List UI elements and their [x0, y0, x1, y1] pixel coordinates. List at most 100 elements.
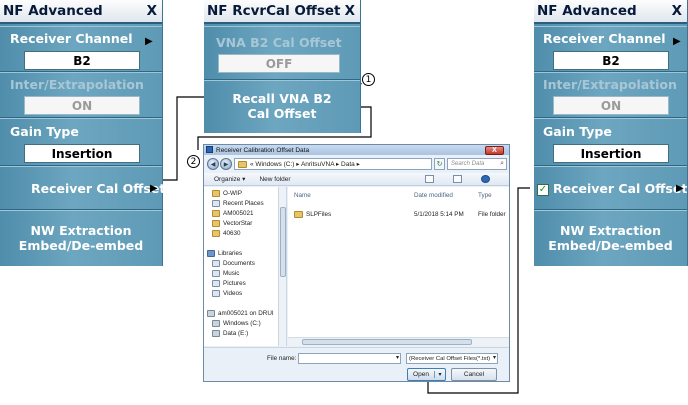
nav-item-40630[interactable]: 40630: [212, 230, 241, 237]
left-gain-type-value: Insertion: [24, 144, 140, 163]
middle-panel-close-button[interactable]: X: [345, 3, 355, 19]
middle-menu-panel: NF RcvrCal Offset X VNA B2 Cal Offset OF…: [204, 0, 361, 133]
left-gain-type-button[interactable]: Gain Type Insertion: [0, 118, 162, 166]
preview-pane-icon[interactable]: [453, 175, 462, 183]
music-icon: [212, 270, 220, 277]
file-list-horizontal-scrollbar[interactable]: [288, 337, 509, 346]
nav-item-documents[interactable]: Documents: [212, 260, 255, 267]
right-receiver-channel-value: B2: [553, 51, 669, 70]
nav-item-windows-c[interactable]: Windows (C:): [212, 320, 261, 327]
nav-item-libraries[interactable]: Libraries: [207, 250, 242, 257]
nav-item-recent-places[interactable]: Recent Places: [212, 200, 264, 207]
recall-button-line2: Cal Offset: [247, 106, 317, 121]
nav-item-am005021[interactable]: AM005021: [212, 210, 253, 217]
column-header-type[interactable]: Type: [478, 192, 492, 199]
nav-item-label: Music: [223, 270, 240, 277]
nav-item-label: Recent Places: [223, 200, 264, 207]
file-name-input[interactable]: ▾: [298, 353, 401, 364]
left-receiver-cal-offset-label: Receiver Cal Offset: [31, 181, 166, 196]
computer-icon: [207, 310, 215, 317]
right-receiver-cal-offset-label: Receiver Cal Offset: [553, 181, 688, 196]
new-folder-button[interactable]: New folder: [259, 176, 290, 183]
left-gain-type-label: Gain Type: [10, 124, 79, 139]
nav-item-videos[interactable]: Videos: [212, 290, 242, 297]
dialog-command-bar: Organize ▾ New folder: [204, 173, 509, 186]
documents-icon: [212, 260, 220, 267]
nav-item-label: Documents: [223, 260, 255, 267]
nav-item-computer[interactable]: am005021 on DRUI: [207, 310, 274, 317]
drive-icon: [212, 320, 220, 327]
recall-vna-b2-cal-offset-button[interactable]: Recall VNA B2 Cal Offset: [204, 80, 360, 133]
nav-item-music[interactable]: Music: [212, 270, 239, 277]
back-arrow-icon[interactable]: ◀: [207, 158, 219, 170]
right-receiver-channel-button[interactable]: Receiver Channel ▶ B2: [534, 26, 687, 72]
search-placeholder: Search Data: [451, 161, 485, 167]
organize-menu[interactable]: Organize ▾: [214, 175, 245, 183]
nav-item-label: O-WIP: [223, 190, 242, 197]
column-header-date-modified[interactable]: Date modified: [414, 192, 453, 199]
file-row[interactable]: SLPFiles 5/1/2018 5:14 PM File folder: [294, 209, 506, 220]
right-nw-extraction-button[interactable]: NW Extraction Embed/De-embed: [534, 210, 687, 266]
open-dropdown-icon[interactable]: ▾: [435, 371, 445, 378]
left-receiver-channel-arrow-icon: ▶: [145, 36, 153, 47]
left-panel-close-button[interactable]: X: [147, 3, 157, 19]
right-panel-title: NF Advanced: [537, 3, 637, 19]
chevron-down-icon[interactable]: ▾: [396, 354, 399, 361]
view-mode-icon[interactable]: [425, 175, 434, 183]
file-name-label: File name:: [267, 355, 297, 362]
file-type-select[interactable]: (Receiver Cal Offset Files(*.txt) ▾: [406, 353, 498, 364]
help-icon[interactable]: [481, 175, 490, 183]
right-inter-extrapolation-value: ON: [553, 96, 669, 115]
nav-item-vectorstar[interactable]: VectorStar: [212, 220, 252, 227]
right-receiver-cal-offset-arrow-icon: ▶: [676, 183, 684, 194]
right-gain-type-label: Gain Type: [543, 124, 612, 139]
nav-item-label: Libraries: [218, 250, 243, 257]
address-bar[interactable]: « Windows (C:) ▸ AnritsuVNA ▸ Data ▸: [234, 158, 432, 170]
dialog-close-button[interactable]: X: [485, 146, 504, 155]
middle-panel-title: NF RcvrCal Offset: [207, 3, 341, 19]
open-button[interactable]: Open ▾: [407, 368, 446, 381]
nav-item-data-e[interactable]: Data (E:): [212, 330, 248, 337]
left-receiver-channel-button[interactable]: Receiver Channel ▶ B2: [0, 26, 162, 72]
scrollbar-thumb[interactable]: [280, 207, 286, 277]
search-input[interactable]: Search Data ⌕: [447, 158, 507, 170]
vna-b2-cal-offset-button: VNA B2 Cal Offset OFF: [204, 26, 360, 80]
right-inter-extrapolation-label: Inter/Extrapolation: [543, 77, 677, 92]
vna-b2-cal-offset-label: VNA B2 Cal Offset: [216, 35, 342, 50]
right-receiver-cal-offset-button[interactable]: ✓ Receiver Cal Offset ▶: [534, 166, 687, 210]
right-gain-type-value: Insertion: [553, 144, 669, 163]
drive-icon: [212, 330, 220, 337]
refresh-icon[interactable]: ↻: [434, 158, 445, 170]
right-gain-type-button[interactable]: Gain Type Insertion: [534, 118, 687, 166]
nav-item-o-wip[interactable]: O-WIP: [212, 190, 242, 197]
left-nw-extraction-button[interactable]: NW Extraction Embed/De-embed: [0, 210, 162, 266]
right-receiver-cal-offset-row: ✓ Receiver Cal Offset: [537, 181, 687, 196]
file-list: Name Date modified Type SLPFiles 5/1/201…: [288, 187, 509, 337]
forward-arrow-icon[interactable]: ▶: [220, 158, 232, 170]
left-receiver-cal-offset-arrow-icon: ▶: [150, 183, 158, 194]
file-date: 5/1/2018 5:14 PM: [414, 211, 464, 218]
open-button-label: Open: [408, 371, 435, 378]
folder-icon: [212, 220, 220, 227]
chevron-down-icon[interactable]: ▾: [493, 354, 496, 361]
left-nw-extraction-line2: Embed/De-embed: [18, 238, 144, 253]
left-receiver-cal-offset-button[interactable]: Receiver Cal Offset ▶: [0, 166, 166, 210]
nav-item-pictures[interactable]: Pictures: [212, 280, 246, 287]
receiver-cal-offset-checkbox-icon[interactable]: ✓: [537, 183, 549, 196]
right-inter-extrapolation-button: Inter/Extrapolation ON: [534, 72, 687, 118]
recent-places-icon: [212, 200, 220, 207]
folder-icon: [212, 230, 220, 237]
column-header-name[interactable]: Name: [294, 192, 311, 199]
right-receiver-channel-arrow-icon: ▶: [673, 36, 681, 47]
right-panel-title-bar: NF Advanced X: [534, 0, 687, 24]
videos-icon: [212, 290, 220, 297]
view-controls: [425, 175, 504, 183]
cancel-button[interactable]: Cancel: [451, 368, 497, 381]
left-panel-title-bar: NF Advanced X: [0, 0, 162, 24]
nav-item-label: am005021 on DRUI: [218, 310, 274, 317]
right-panel-close-button[interactable]: X: [672, 3, 682, 19]
scrollbar-thumb[interactable]: [302, 339, 472, 345]
left-panel-title: NF Advanced: [3, 3, 103, 19]
recall-button-line1: Recall VNA B2: [232, 91, 332, 106]
navigation-pane-scrollbar[interactable]: [279, 187, 287, 346]
